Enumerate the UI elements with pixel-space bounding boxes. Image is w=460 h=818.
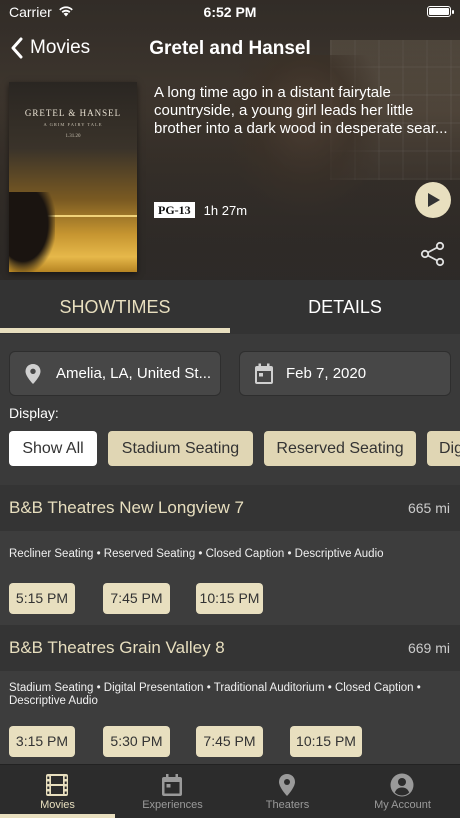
movie-synopsis[interactable]: A long time ago in a distant fairytale c… bbox=[154, 84, 450, 138]
tabbar-item-my-account[interactable]: My Account bbox=[345, 765, 460, 818]
theater-header[interactable]: B&B Theatres New Longview 7 665 mi bbox=[0, 485, 460, 531]
date-value: Feb 7, 2020 bbox=[286, 365, 367, 382]
poster-subtitle: A GRIM FAIRY TALE bbox=[43, 122, 103, 127]
tab-details[interactable]: DETAILS bbox=[230, 280, 460, 334]
location-selector[interactable]: Amelia, LA, United St... bbox=[9, 351, 221, 396]
content-tabs: SHOWTIMES DETAILS bbox=[0, 280, 460, 334]
tabbar-label: Theaters bbox=[265, 799, 310, 811]
theater-amenities: Stadium Seating • Digital Presentation •… bbox=[9, 682, 421, 707]
status-time: 6:52 PM bbox=[203, 4, 257, 20]
poster-figure bbox=[9, 192, 55, 272]
poster-title: GRETEL & HANSEL bbox=[24, 108, 122, 118]
poster-date: 1.31.20 bbox=[65, 134, 81, 139]
movie-hero: Carrier 6:52 PM Movies Gretel and Hansel… bbox=[0, 0, 460, 280]
showtime-button[interactable]: 5:15 PM bbox=[9, 583, 75, 614]
showtime-button[interactable]: 7:45 PM bbox=[103, 583, 170, 614]
play-icon bbox=[428, 193, 440, 207]
chip-stadium-seating[interactable]: Stadium Seating bbox=[108, 431, 253, 466]
theater-header[interactable]: B&B Theatres Grain Valley 8 669 mi bbox=[0, 625, 460, 671]
showtime-button[interactable]: 10:15 PM bbox=[290, 726, 362, 757]
tabbar-label: Movies bbox=[40, 799, 75, 811]
film-icon bbox=[46, 774, 68, 796]
showtime-button[interactable]: 5:30 PM bbox=[103, 726, 170, 757]
chip-digital-presentation[interactable]: Digital Presentation bbox=[427, 431, 460, 466]
tabbar-item-movies[interactable]: Movies bbox=[0, 765, 115, 818]
calendar-icon bbox=[162, 774, 182, 796]
tabbar-label: Experiences bbox=[142, 799, 203, 811]
runtime: 1h 27m bbox=[203, 202, 248, 218]
chip-show-all[interactable]: Show All bbox=[9, 431, 97, 466]
chip-reserved-seating[interactable]: Reserved Seating bbox=[264, 431, 416, 466]
theater-showtimes: Stadium Seating • Digital Presentation •… bbox=[0, 671, 460, 764]
status-bar: Carrier 6:52 PM bbox=[0, 0, 460, 24]
theater-showtimes: Recliner Seating • Reserved Seating • Cl… bbox=[0, 531, 460, 625]
page-title: Gretel and Hansel bbox=[149, 38, 311, 59]
play-trailer-button[interactable] bbox=[415, 182, 451, 218]
bottom-tab-bar: Movies Experiences Theaters My Account bbox=[0, 764, 460, 818]
nav-bar: Movies Gretel and Hansel bbox=[0, 28, 460, 68]
tabbar-item-experiences[interactable]: Experiences bbox=[115, 765, 230, 818]
showtime-button[interactable]: 7:45 PM bbox=[196, 726, 263, 757]
account-icon bbox=[390, 773, 414, 797]
date-selector[interactable]: Feb 7, 2020 bbox=[239, 351, 451, 396]
theater-amenities: Recliner Seating • Reserved Seating • Cl… bbox=[9, 548, 384, 560]
active-tab-indicator bbox=[0, 814, 115, 818]
display-label: Display: bbox=[9, 405, 59, 421]
location-pin-icon bbox=[25, 364, 41, 384]
location-value: Amelia, LA, United St... bbox=[56, 365, 212, 382]
theater-name: B&B Theatres Grain Valley 8 bbox=[9, 638, 225, 657]
theater-distance: 665 mi bbox=[407, 500, 450, 516]
rating-badge: PG-13 bbox=[154, 202, 195, 218]
tabbar-item-theaters[interactable]: Theaters bbox=[230, 765, 345, 818]
movie-poster[interactable]: GRETEL & HANSEL A GRIM FAIRY TALE 1.31.2… bbox=[9, 82, 137, 272]
theater-name: B&B Theatres New Longview 7 bbox=[9, 498, 244, 517]
display-filter-chips: Show All Stadium Seating Reserved Seatin… bbox=[0, 431, 460, 467]
showtime-button[interactable]: 3:15 PM bbox=[9, 726, 75, 757]
tab-indicator bbox=[0, 328, 230, 333]
theater-distance: 669 mi bbox=[407, 640, 450, 656]
battery-icon bbox=[427, 6, 454, 17]
calendar-icon bbox=[255, 363, 273, 384]
showtime-button[interactable]: 10:15 PM bbox=[196, 583, 263, 614]
tabbar-label: My Account bbox=[374, 799, 431, 811]
rating-row: PG-13 1h 27m bbox=[154, 202, 247, 218]
tab-showtimes[interactable]: SHOWTIMES bbox=[0, 280, 230, 334]
location-pin-icon bbox=[279, 774, 295, 796]
share-icon[interactable] bbox=[420, 241, 446, 267]
